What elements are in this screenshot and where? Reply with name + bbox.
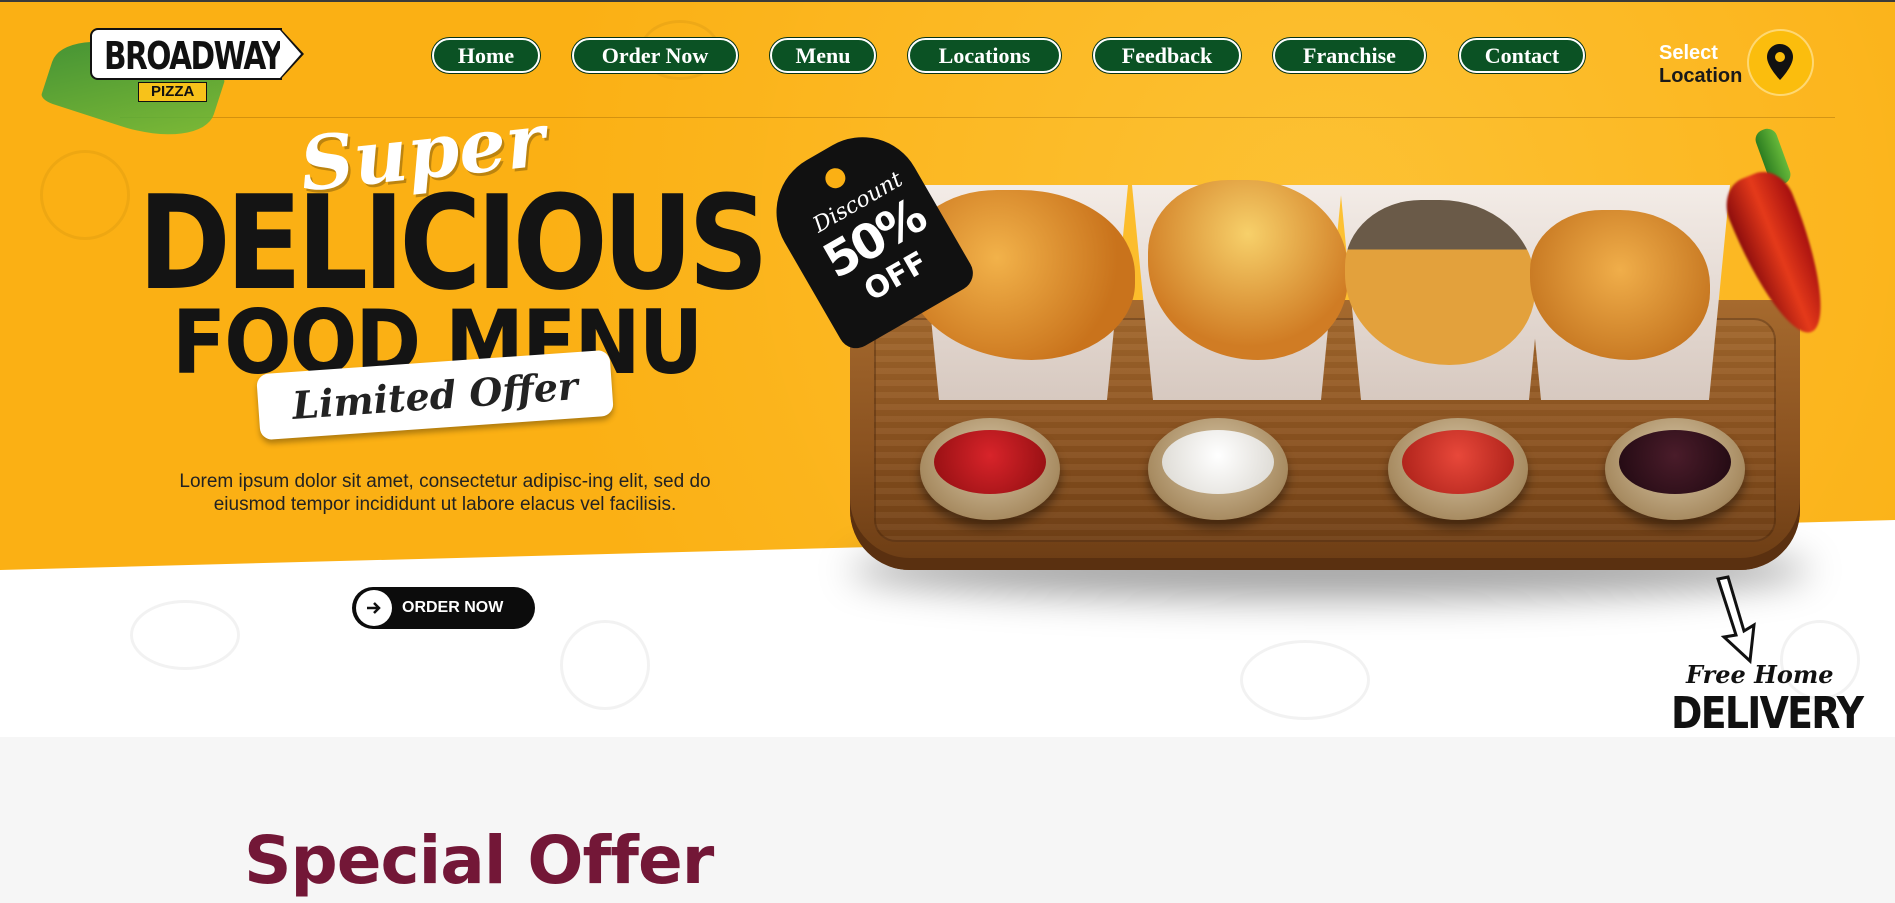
chili-sauce-bowl — [1388, 418, 1528, 520]
order-now-button[interactable]: ORDER NOW — [352, 587, 535, 629]
hero-description: Lorem ipsum dolor sit amet, consectetur … — [179, 471, 711, 515]
logo-subtitle: PIZZA — [138, 82, 208, 102]
doodle-decoration — [40, 150, 130, 240]
arrow-right-icon — [356, 590, 392, 626]
delivery-label: DELIVERY — [1671, 688, 1864, 737]
nav-menu[interactable]: Menu — [770, 38, 876, 73]
nav-franchise[interactable]: Franchise — [1273, 38, 1426, 73]
location-button[interactable] — [1749, 31, 1812, 94]
doodle-decoration — [1240, 640, 1370, 720]
nav-feedback[interactable]: Feedback — [1093, 38, 1241, 73]
arrow-down-icon — [1716, 575, 1756, 665]
nav-contact[interactable]: Contact — [1459, 38, 1585, 73]
doodle-decoration — [130, 600, 240, 670]
logo-name: BROADWAY — [104, 34, 283, 78]
order-now-label: ORDER NOW — [402, 599, 504, 616]
ketchup-bowl — [920, 418, 1060, 520]
special-offer-title: Special Offer — [244, 822, 714, 899]
nav-locations[interactable]: Locations — [908, 38, 1061, 73]
map-pin-icon — [1767, 44, 1793, 80]
free-home-label: Free Home — [1686, 660, 1834, 689]
doodle-decoration — [560, 620, 650, 710]
headline-delicious: DELICIOUS — [138, 167, 769, 319]
select-location-line1: Select — [1659, 42, 1718, 64]
select-location-line2: Location — [1659, 65, 1743, 87]
page: BROADWAY PIZZA Home Order Now Menu Locat… — [0, 0, 1895, 903]
bbq-sauce-bowl — [1605, 418, 1745, 520]
top-border — [0, 0, 1895, 2]
select-location[interactable]: Select Location — [1659, 42, 1742, 88]
nav-order-now[interactable]: Order Now — [572, 38, 738, 73]
nav-home[interactable]: Home — [432, 38, 540, 73]
brand-logo[interactable]: BROADWAY PIZZA — [39, 23, 308, 153]
mayo-bowl — [1148, 418, 1288, 520]
hero-banner: BROADWAY PIZZA Home Order Now Menu Locat… — [0, 0, 1895, 737]
